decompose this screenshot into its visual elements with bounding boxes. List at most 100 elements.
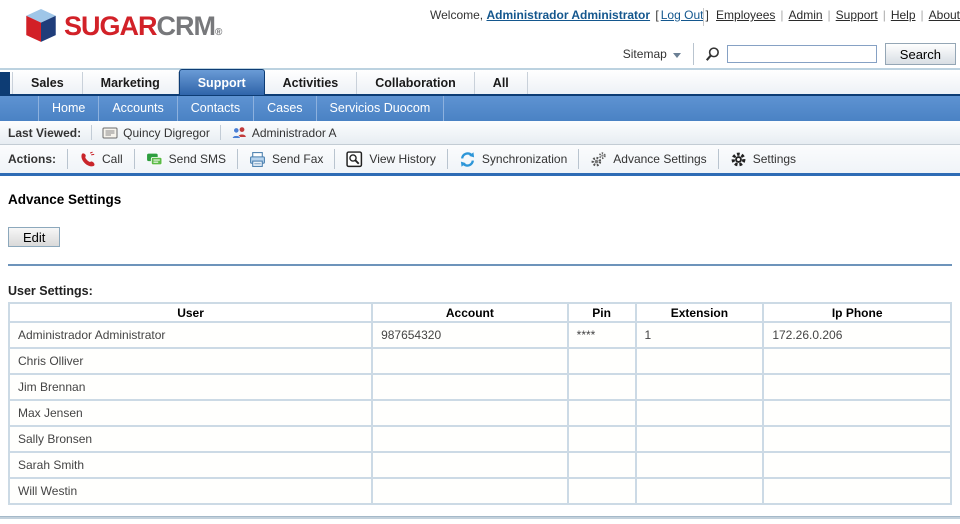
table-cell: [568, 400, 636, 426]
table-cell: [636, 426, 764, 452]
table-row: Jim Brennan: [9, 374, 951, 400]
subnav-item-contacts[interactable]: Contacts: [177, 96, 253, 121]
current-user-link[interactable]: Administrador Administrator: [486, 8, 650, 22]
table-cell: Max Jensen: [9, 400, 372, 426]
employees-link[interactable]: Employees: [716, 8, 775, 22]
last-viewed-item-quincy-digregor[interactable]: Quincy Digregor: [102, 125, 210, 141]
users-icon: [231, 125, 247, 141]
welcome-prefix: Welcome,: [430, 8, 483, 22]
table-cell: [372, 478, 568, 504]
action-label: Send SMS: [169, 152, 226, 166]
edit-button[interactable]: Edit: [8, 227, 60, 247]
action-synchronization[interactable]: Synchronization: [459, 151, 567, 168]
table-cell: Chris Olliver: [9, 348, 372, 374]
logo-sugar: SUGAR: [64, 11, 157, 41]
sugarcrm-cube-icon: [26, 9, 56, 43]
admin-link[interactable]: Admin: [789, 8, 823, 22]
logo-crm: CRM: [157, 11, 216, 41]
logout-link[interactable]: Log Out: [661, 8, 704, 22]
tab-collaboration[interactable]: Collaboration: [357, 72, 475, 94]
tab-sales[interactable]: Sales: [12, 72, 83, 94]
table-header-row: User Account Pin Extension Ip Phone: [9, 303, 951, 322]
logo-registered-mark: ®: [215, 27, 221, 38]
search-input[interactable]: [727, 45, 877, 63]
table-row: Max Jensen: [9, 400, 951, 426]
sitemap-label: Sitemap: [623, 47, 667, 61]
bottom-divider: [0, 516, 960, 519]
table-cell: Sally Bronsen: [9, 426, 372, 452]
sync-icon: [459, 151, 476, 168]
action-send-fax[interactable]: Send Fax: [249, 151, 323, 168]
table-cell: [763, 426, 951, 452]
action-send-sms[interactable]: Send SMS: [146, 151, 226, 168]
page-title: Advance Settings: [8, 192, 121, 207]
divider: [134, 149, 135, 169]
tab-activities[interactable]: Activities: [265, 72, 358, 94]
table-cell: [568, 452, 636, 478]
action-label: Settings: [753, 152, 796, 166]
tab-marketing[interactable]: Marketing: [83, 72, 179, 94]
table-cell: [763, 452, 951, 478]
section-divider: [8, 264, 952, 266]
actions-bar: Actions: Call Send SMS: [0, 145, 960, 176]
user-settings-table: User Account Pin Extension Ip Phone Admi…: [8, 302, 952, 505]
help-link[interactable]: Help: [891, 8, 916, 22]
header: SUGARCRM® Welcome, Administrador Adminis…: [0, 0, 960, 70]
chevron-down-icon: [673, 53, 681, 58]
tab-support[interactable]: Support: [179, 69, 265, 95]
table-cell: [636, 452, 764, 478]
table-row: Administrador Administrator987654320****…: [9, 322, 951, 348]
tab-all[interactable]: All: [475, 72, 528, 94]
sugarcrm-logo[interactable]: SUGARCRM®: [26, 9, 221, 43]
divider: [578, 149, 579, 169]
table-cell: 172.26.0.206: [763, 322, 951, 348]
support-link[interactable]: Support: [836, 8, 878, 22]
action-advance-settings[interactable]: Advance Settings: [590, 151, 706, 168]
search-button[interactable]: Search: [885, 43, 956, 65]
subnav-item-home[interactable]: Home: [38, 96, 98, 121]
action-label: View History: [369, 152, 435, 166]
last-viewed-item-administrador-a[interactable]: Administrador A: [231, 125, 337, 141]
gears-icon: [590, 151, 607, 168]
action-settings[interactable]: Settings: [730, 151, 796, 168]
fax-icon: [249, 151, 266, 168]
last-viewed-label: Last Viewed:: [8, 126, 81, 140]
subnav-item-cases[interactable]: Cases: [253, 96, 315, 121]
column-header-extension: Extension: [636, 303, 764, 322]
table-row: Sarah Smith: [9, 452, 951, 478]
table-cell: [568, 426, 636, 452]
table-cell: [763, 478, 951, 504]
table-cell: Jim Brennan: [9, 374, 372, 400]
subnav-item-accounts[interactable]: Accounts: [98, 96, 176, 121]
last-viewed-item-label: Quincy Digregor: [123, 126, 210, 140]
divider: [67, 149, 68, 169]
gear-icon: [730, 151, 747, 168]
table-row: Will Westin: [9, 478, 951, 504]
table-cell: Administrador Administrator: [9, 322, 372, 348]
subnav-item-servicios-duocom[interactable]: Servicios Duocom: [316, 96, 445, 121]
table-cell: Will Westin: [9, 478, 372, 504]
action-view-history[interactable]: View History: [346, 151, 435, 168]
divider: [447, 149, 448, 169]
table-cell: [372, 400, 568, 426]
divider: [718, 149, 719, 169]
table-row: Sally Bronsen: [9, 426, 951, 452]
tabbar-left-block: [0, 72, 10, 94]
action-call[interactable]: Call: [79, 151, 123, 168]
top-links: Employees|Admin|Support|Help|About: [703, 8, 960, 26]
table-cell: [636, 348, 764, 374]
column-header-user: User: [9, 303, 372, 322]
sitemap-dropdown[interactable]: Sitemap: [623, 47, 681, 61]
user-settings-label: User Settings:: [8, 284, 93, 298]
table-cell: [568, 478, 636, 504]
action-label: Call: [102, 152, 123, 166]
sms-icon: [146, 151, 163, 168]
about-link[interactable]: About: [929, 8, 960, 22]
page: SUGARCRM® Welcome, Administrador Adminis…: [0, 0, 960, 524]
divider: [237, 149, 238, 169]
contact-card-icon: [102, 125, 118, 141]
table-cell: [636, 400, 764, 426]
search-zone: Sitemap Search: [623, 43, 956, 65]
action-label: Advance Settings: [613, 152, 706, 166]
search-icon: [704, 46, 721, 63]
